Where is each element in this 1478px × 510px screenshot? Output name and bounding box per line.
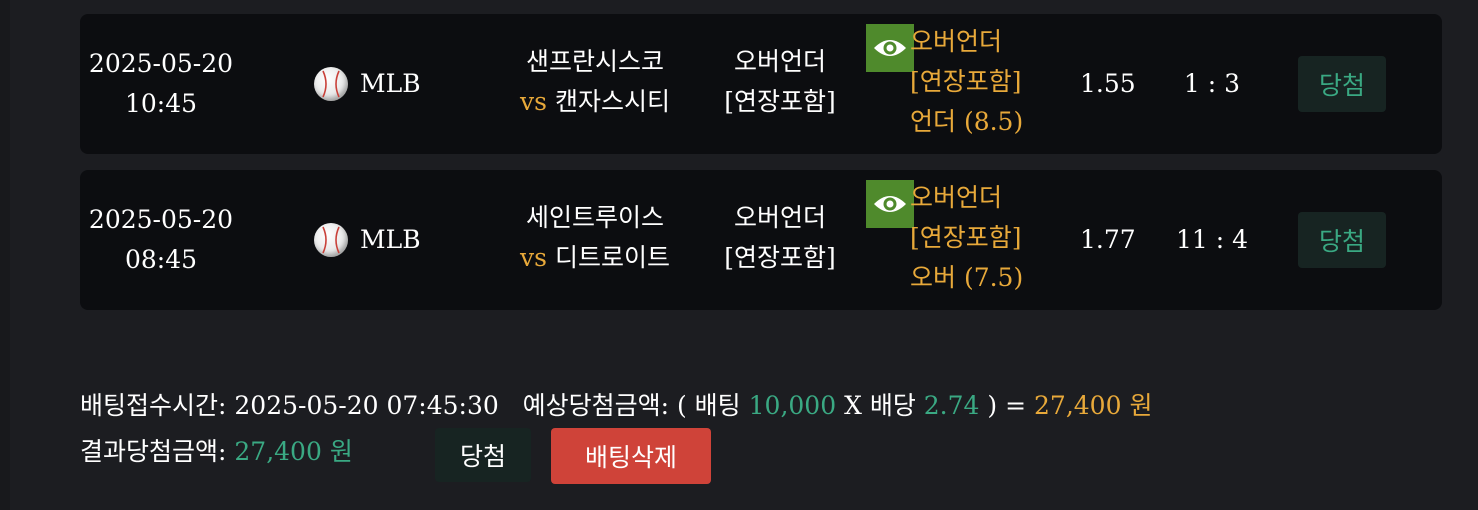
- league-name: MLB: [360, 69, 421, 98]
- bet-date: 2025-05-20: [88, 205, 234, 234]
- view-details-button[interactable]: [866, 180, 914, 228]
- bet-row: 2025-05-20 08:45 MLB 세인트루이스 vs 디트로이트 오버언…: [80, 170, 1442, 310]
- bet-odds: 1.77: [1080, 225, 1136, 254]
- status-badge: 당첨: [435, 428, 531, 482]
- away-team-line: vs 캔자스시티: [500, 82, 690, 122]
- bet-date: 2025-05-20: [88, 49, 234, 78]
- league: MLB: [314, 220, 421, 260]
- bet-datetime: 2025-05-20 08:45: [80, 200, 242, 280]
- away-team: 디트로이트: [554, 243, 670, 272]
- match-teams: 세인트루이스 vs 디트로이트: [500, 198, 690, 278]
- bet-time: 08:45: [124, 245, 198, 274]
- bet-time-label: 배팅접수시간:: [80, 391, 227, 420]
- pick-line2: [연장포함]: [910, 67, 1022, 96]
- bet-datetime: 2025-05-20 10:45: [80, 44, 242, 124]
- pick-line1: 오버언더: [910, 183, 1003, 212]
- eye-icon: [874, 196, 906, 212]
- market-type: 오버언더 [연장포함]: [710, 42, 850, 122]
- match-score: 11 : 4: [1175, 225, 1249, 254]
- market-line2: [연장포함]: [724, 243, 836, 272]
- home-team: 세인트루이스: [525, 203, 664, 232]
- stake-amount: 10,000: [748, 391, 837, 420]
- market-line1: 오버언더: [733, 47, 826, 76]
- away-team: 캔자스시티: [554, 87, 670, 116]
- result-badge: 당첨: [1298, 56, 1386, 112]
- vs-label: vs: [520, 87, 547, 116]
- left-strip: [0, 0, 10, 510]
- bet-pick: 오버언더 [연장포함] 언더 (8.5): [910, 22, 1090, 142]
- match-score: 1 : 3: [1183, 69, 1241, 98]
- expected-amount: 27,400 원: [1034, 391, 1153, 420]
- match-teams: 샌프란시스코 vs 캔자스시티: [500, 42, 690, 122]
- league-name: MLB: [360, 225, 421, 254]
- bet-history-page: 2025-05-20 10:45 MLB 샌프란시스코 vs 캔자스시티 오버언…: [0, 0, 1478, 510]
- league: MLB: [314, 64, 421, 104]
- bet-time-value: 2025-05-20 07:45:30: [234, 391, 499, 420]
- bet-time: 10:45: [124, 89, 198, 118]
- baseball-icon: [314, 67, 348, 101]
- result-label: 결과당첨금액:: [80, 437, 227, 466]
- pick-line3: 오버 (7.5): [910, 263, 1024, 292]
- market-line1: 오버언더: [733, 203, 826, 232]
- equals-label: ) =: [987, 391, 1027, 420]
- baseball-icon: [314, 223, 348, 257]
- market-line2: [연장포함]: [724, 87, 836, 116]
- bet-pick: 오버언더 [연장포함] 오버 (7.5): [910, 178, 1090, 298]
- away-team-line: vs 디트로이트: [500, 238, 690, 278]
- bet-summary-line: 배팅접수시간: 2025-05-20 07:45:30 예상당첨금액: ( 배팅…: [80, 386, 1152, 426]
- total-odds: 2.74: [923, 391, 980, 420]
- result-badge: 당첨: [1298, 212, 1386, 268]
- pick-line2: [연장포함]: [910, 223, 1022, 252]
- expected-label: 예상당첨금액: ( 배팅: [522, 391, 741, 420]
- eye-icon: [874, 40, 906, 56]
- result-amount: 27,400 원: [234, 437, 353, 466]
- pick-line1: 오버언더: [910, 27, 1003, 56]
- bet-odds: 1.55: [1080, 69, 1136, 98]
- times-label: X 배당: [844, 391, 916, 420]
- pick-line3: 언더 (8.5): [910, 107, 1024, 136]
- home-team: 샌프란시스코: [525, 47, 664, 76]
- result-summary-line: 결과당첨금액: 27,400 원: [80, 432, 353, 472]
- vs-label: vs: [520, 243, 547, 272]
- bet-row: 2025-05-20 10:45 MLB 샌프란시스코 vs 캔자스시티 오버언…: [80, 14, 1442, 154]
- market-type: 오버언더 [연장포함]: [710, 198, 850, 278]
- view-details-button[interactable]: [866, 24, 914, 72]
- delete-bet-button[interactable]: 배팅삭제: [551, 428, 711, 484]
